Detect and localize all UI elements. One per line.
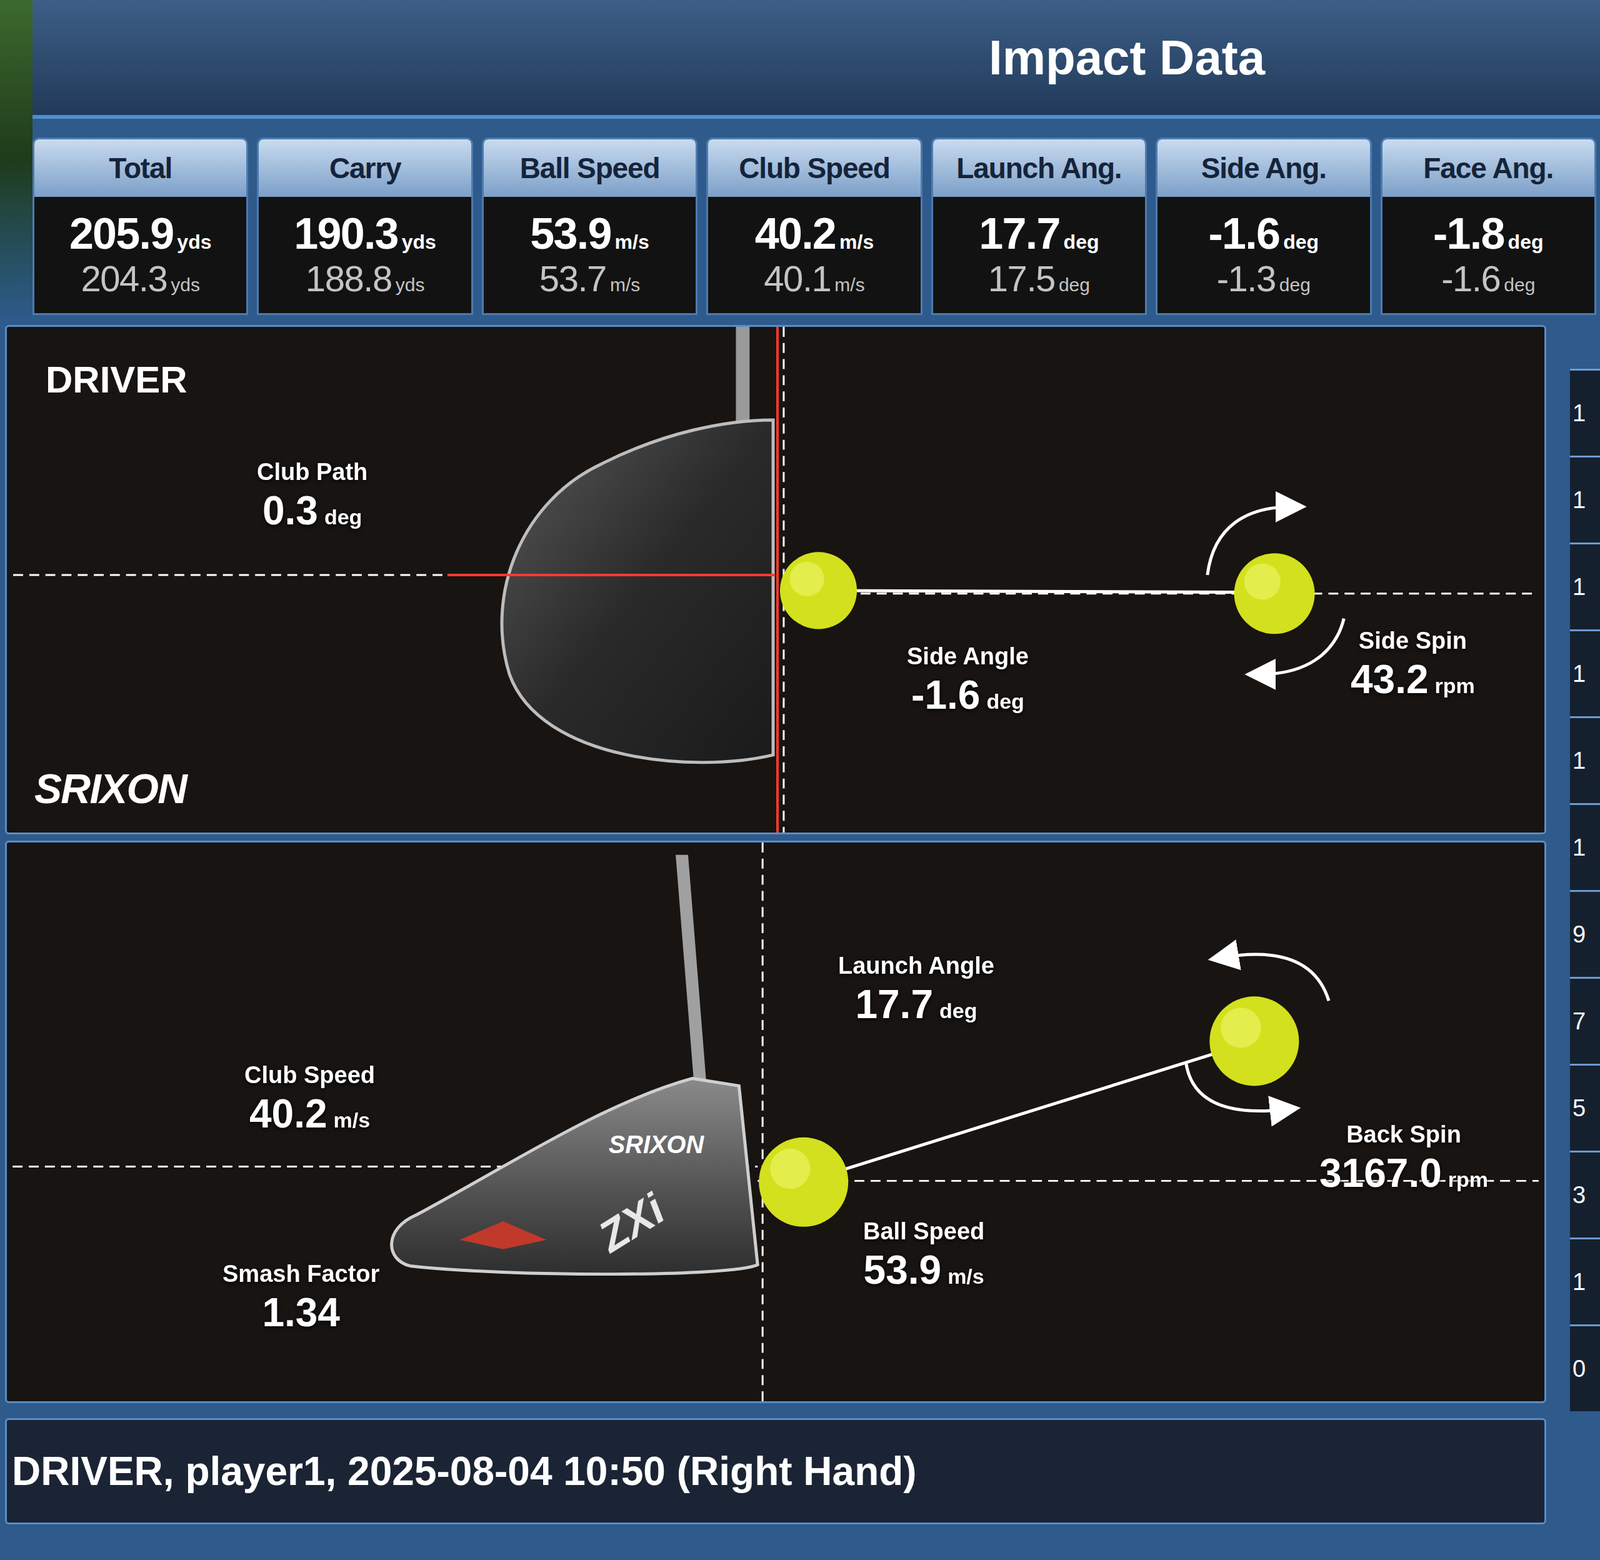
stat-label: Total — [34, 139, 247, 197]
scale-tick: 1 — [1570, 542, 1600, 630]
metric-label: Club Path — [256, 458, 368, 487]
stat-card: Ball Speed53.9m/s53.7m/s — [481, 137, 698, 315]
stat-card: Carry190.3yds188.8yds — [256, 137, 473, 315]
brand-logo: SRIXON — [34, 758, 187, 820]
top-area: Impact Data Total205.9yds204.3ydsCarry190… — [0, 0, 1600, 319]
stat-card: Total205.9yds204.3yds — [32, 137, 249, 315]
smash-factor-metric: Smash Factor1.34 — [222, 1260, 380, 1337]
club-speed-metric: Club Speed40.2m/s — [244, 1061, 375, 1138]
stat-label: Launch Ang. — [933, 139, 1145, 197]
club-brand: SRIXON — [608, 1130, 705, 1159]
scale-tick: 1 — [1570, 803, 1600, 890]
stats-row: Total205.9yds204.3ydsCarry190.3yds188.8y… — [32, 118, 1600, 319]
stat-label: Side Ang. — [1157, 139, 1370, 197]
launch-angle-metric: Launch Angle17.7deg — [838, 951, 995, 1029]
right-scale: 111111975310 — [1570, 325, 1600, 1560]
metric-value: 40.2m/s — [249, 1090, 370, 1139]
scale-tick: 1 — [1570, 1237, 1600, 1325]
club-head-top-icon — [501, 326, 774, 763]
side-angle-metric: Side Angle-1.6deg — [906, 642, 1029, 719]
footer-text: DRIVER, player1, 2025-08-04 10:50 (Right… — [11, 1441, 917, 1502]
side-spin-metric: Side Spin43.2rpm — [1350, 626, 1475, 704]
stat-label: Ball Speed — [483, 139, 696, 197]
metric-value: 17.7deg — [855, 980, 977, 1029]
metric-value: -1.6deg — [911, 671, 1025, 720]
scale-tick: 3 — [1570, 1150, 1600, 1238]
metric-label: Side Spin — [1358, 626, 1467, 656]
stat-label: Carry — [258, 139, 471, 197]
metric-value: 53.9m/s — [863, 1246, 985, 1295]
stat-card: Club Speed40.2m/s40.1m/s — [706, 137, 922, 315]
stat-card: Launch Ang.17.7deg17.5deg — [931, 137, 1147, 315]
club-path-metric: Club Path0.3deg — [256, 458, 368, 535]
top-view-diagram — [6, 326, 1545, 833]
stat-value: 190.3yds188.8yds — [258, 196, 471, 314]
background-photo — [0, 0, 33, 319]
stat-label: Club Speed — [708, 139, 920, 197]
header-title: Impact Data — [988, 21, 1265, 95]
metric-value: 1.34 — [261, 1288, 340, 1337]
app: Impact DataTotal205.9yds204.3ydsCarry190… — [0, 0, 1600, 1560]
scale-tick: 1 — [1570, 455, 1600, 543]
stat-value: 53.9m/s53.7m/s — [483, 196, 696, 314]
metric-label: Back Spin — [1346, 1120, 1462, 1150]
metric-value: 3167.0rpm — [1319, 1149, 1489, 1198]
stat-value: -1.6deg-1.3deg — [1157, 196, 1370, 314]
scale-tick: 1 — [1570, 629, 1600, 717]
footer: DRIVER, player1, 2025-08-04 10:50 (Right… — [5, 1418, 1547, 1525]
metric-label: Ball Speed — [863, 1217, 985, 1247]
metric-value: 43.2rpm — [1350, 655, 1475, 704]
scale-tick: 7 — [1570, 976, 1600, 1064]
metric-value: 0.3deg — [262, 486, 362, 535]
stat-card: Side Ang.-1.6deg-1.3deg — [1155, 137, 1372, 315]
stat-card: Face Ang.-1.8deg-1.6deg — [1380, 137, 1597, 315]
panel-title: DRIVER — [45, 351, 188, 409]
ball-icon — [1234, 553, 1315, 634]
stat-label: Face Ang. — [1382, 139, 1595, 197]
main-area: DRIVER SRIXON Club Path0.3deg Side Angle-1.… — [0, 318, 1600, 1560]
scale-tick: 1 — [1570, 368, 1600, 456]
stat-value: 205.9yds204.3yds — [34, 196, 247, 314]
scale-tick: 0 — [1570, 1324, 1600, 1412]
ball-icon — [1209, 996, 1299, 1086]
side-view-panel: SRIXON ZXi Club Speed40.2m/s Smash Factor1.… — [5, 840, 1547, 1404]
header: Impact Data — [32, 0, 1600, 119]
scale-tick: 5 — [1570, 1063, 1600, 1151]
side-view-diagram: SRIXON ZXi — [6, 842, 1545, 1402]
scale-tick: 9 — [1570, 890, 1600, 977]
ball-icon — [780, 551, 857, 629]
club-model: ZXi — [588, 1183, 674, 1262]
club-head-side-icon: SRIXON ZXi — [391, 855, 759, 1275]
top-view-panel: DRIVER SRIXON Club Path0.3deg Side Angle-1.… — [5, 325, 1547, 835]
ball-speed-metric: Ball Speed53.9m/s — [863, 1217, 985, 1294]
stat-value: 17.7deg17.5deg — [933, 196, 1145, 314]
stat-value: -1.8deg-1.6deg — [1382, 196, 1595, 314]
metric-label: Launch Angle — [838, 951, 995, 981]
back-spin-metric: Back Spin3167.0rpm — [1319, 1120, 1489, 1197]
metric-label: Side Angle — [906, 642, 1029, 672]
metric-label: Club Speed — [244, 1061, 375, 1090]
scale-tick: 1 — [1570, 716, 1600, 804]
metric-label: Smash Factor — [222, 1260, 380, 1289]
stat-value: 40.2m/s40.1m/s — [708, 196, 920, 314]
ball-icon — [758, 1137, 849, 1227]
